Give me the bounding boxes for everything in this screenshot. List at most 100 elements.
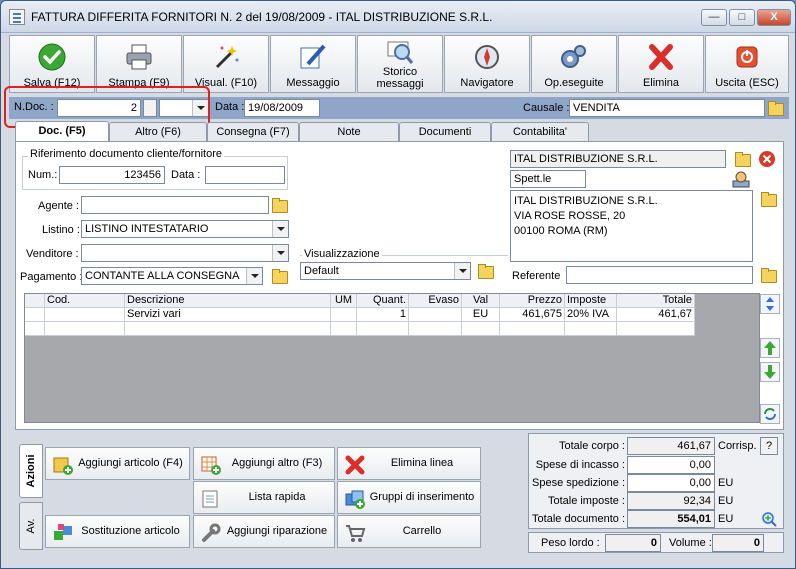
row-selector[interactable] [25,308,45,322]
causale-folder-icon[interactable] [765,98,785,118]
address-folder-icon[interactable] [758,189,778,209]
cell-empty[interactable] [45,322,125,336]
customer-name-input[interactable]: ITAL DISTRIBUZIONE S.R.L. [510,150,726,168]
print-button[interactable]: Stampa (F9) [96,35,182,93]
payment-folder-icon[interactable] [269,266,289,286]
cart-button[interactable]: Carrello [337,515,481,548]
help-button[interactable]: ? [760,437,778,455]
quick-list-icon [202,490,218,508]
navigator-button[interactable]: Navigatore [444,35,530,93]
tab-azioni[interactable]: Azioni [19,444,43,498]
cell-empty[interactable] [409,322,462,336]
tab-avanzate-label: Av. [25,518,37,534]
spett-input[interactable]: Spett.le [510,170,586,188]
cell-descrizione[interactable]: Servizi vari [125,308,331,322]
cell-imposte[interactable]: 20% IVA [565,308,617,322]
window-title: FATTURA DIFFERITA FORNITORI N. 2 del 19/… [31,10,493,24]
customer-address-box[interactable]: ITAL DISTRIBUZIONE S.R.L. VIA ROSE ROSSE… [510,190,753,262]
cell-cod[interactable] [45,308,125,322]
tab-doc[interactable]: Doc. (F5) [15,121,109,142]
cell-empty[interactable] [565,322,617,336]
main-toolbar: Salva (F12) Stampa (F9) Visual. (F10) Me… [9,35,789,93]
col-totale[interactable]: Totale [617,294,695,308]
cell-empty[interactable] [357,322,409,336]
agent-folder-icon[interactable] [269,195,289,215]
cell-empty[interactable] [331,322,357,336]
cell-empty[interactable] [125,322,331,336]
message-history-button[interactable]: Storico messaggi [357,35,443,93]
preview-button[interactable]: Visual. (F10) [183,35,269,93]
message-button[interactable]: Messaggio [270,35,356,93]
cell-totale[interactable]: 461,67 [617,308,695,322]
table-row-empty[interactable] [25,322,695,336]
col-val[interactable]: Val [462,294,500,308]
date-input[interactable]: 19/08/2009 [244,99,320,117]
referent-input[interactable] [566,266,753,284]
col-imposte[interactable]: Imposte [565,294,617,308]
minimize-button[interactable]: — [701,9,727,26]
tab-avanzate[interactable]: Av. [19,502,43,550]
col-quant[interactable]: Quant. [357,294,409,308]
delete-button[interactable]: Elimina [618,35,704,93]
tab-altro[interactable]: Altro (F6) [109,122,207,141]
referent-folder-icon[interactable] [758,265,778,285]
col-descrizione[interactable]: Descrizione [125,294,331,308]
customer-lookup-icon[interactable] [730,170,752,188]
add-repair-label: Aggiungi riparazione [226,525,328,537]
zoom-totals-icon[interactable] [760,510,778,528]
quick-list-button[interactable]: Lista rapida [193,481,335,514]
operations-done-button[interactable]: Op.eseguite [531,35,617,93]
close-window-button[interactable]: X [757,9,791,26]
collection-fee-input[interactable]: 0,00 [627,456,715,474]
view-select[interactable]: Default [300,262,471,280]
move-down-button[interactable] [760,362,780,382]
cell-um[interactable] [331,308,357,322]
shipping-fee-input[interactable]: 0,00 [627,474,715,492]
customer-folder-icon[interactable] [732,149,752,169]
cell-quant[interactable]: 1 [357,308,409,322]
col-prezzo[interactable]: Prezzo [500,294,565,308]
tab-documenti[interactable]: Documenti [399,122,491,141]
cell-evaso[interactable] [409,308,462,322]
agent-input[interactable] [81,196,269,214]
seller-select[interactable] [81,244,289,262]
tab-contabilita[interactable]: Contabilita' [491,122,589,141]
delete-line-label: Elimina linea [390,457,454,469]
operations-done-label: Op.eseguite [544,77,604,89]
delete-button-label: Elimina [642,77,680,89]
delete-line-button[interactable]: Elimina linea [337,447,481,480]
address-line-3: 00100 ROMA (RM) [514,225,608,237]
ref-date-input[interactable] [205,166,285,184]
view-folder-icon[interactable] [475,261,495,281]
col-um[interactable]: UM [331,294,357,308]
add-other-button[interactable]: Aggiungi altro (F3) [193,447,335,480]
move-up-button[interactable] [760,338,780,358]
insert-groups-button[interactable]: Gruppi di inserimento [337,481,481,514]
payment-select[interactable]: CONTANTE ALLA CONSEGNA [81,267,263,285]
replace-article-button[interactable]: Sostituzione articolo [45,515,190,548]
table-row[interactable]: Servizi vari 1 EU 461,675 20% IVA 461,67 [25,308,695,322]
add-article-icon [53,457,73,475]
col-cod[interactable]: Cod. [45,294,125,308]
exit-button[interactable]: Uscita (ESC) [705,35,789,93]
save-button[interactable]: Salva (F12) [9,35,95,93]
col-evaso[interactable]: Evaso [409,294,462,308]
refresh-lines-button[interactable] [760,404,780,424]
tab-note[interactable]: Note [299,122,399,141]
cell-prezzo[interactable]: 461,675 [500,308,565,322]
remove-customer-icon[interactable] [758,150,776,168]
ref-num-input[interactable]: 123456 [59,166,165,184]
tab-consegna[interactable]: Consegna (F7) [207,122,299,141]
cell-empty[interactable] [462,322,500,336]
pen-icon [300,44,326,69]
maximize-button[interactable]: □ [729,9,755,26]
causale-input[interactable]: VENDITA [569,99,765,117]
cell-empty[interactable] [617,322,695,336]
cell-empty[interactable] [500,322,565,336]
add-article-button[interactable]: Aggiungi articolo (F4) [45,447,190,480]
cell-val[interactable]: EU [462,308,500,322]
totals-box: Totale corpo : 461,67 Corrisp. ? Spese d… [528,433,784,529]
add-repair-button[interactable]: Aggiungi riparazione [193,515,335,548]
pricelist-select[interactable]: LISTINO INTESTATARIO [81,220,289,238]
move-updown-button[interactable] [760,294,780,314]
